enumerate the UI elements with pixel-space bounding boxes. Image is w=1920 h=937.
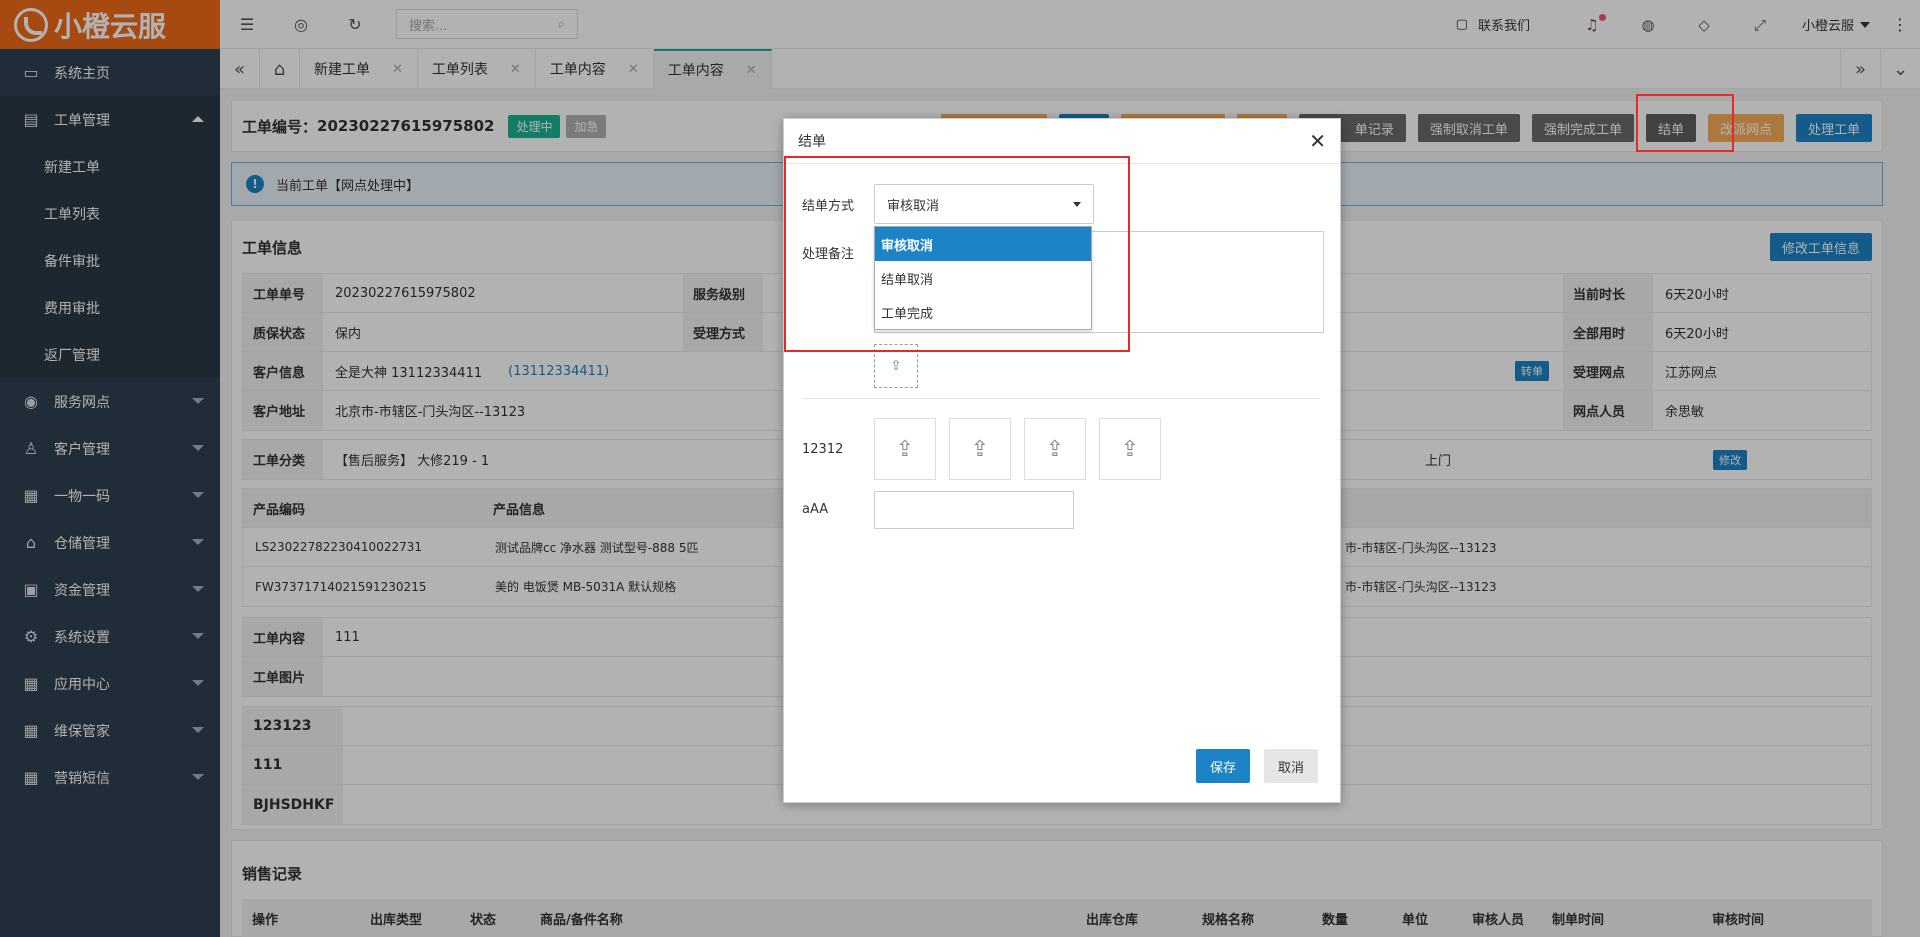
upload-icon: ⇪ [890, 358, 902, 374]
close-icon[interactable]: ✕ [1309, 129, 1326, 153]
highlight-box [1636, 94, 1734, 152]
upload-icon: ⇪ [895, 436, 915, 462]
upload-icon: ⇪ [1120, 436, 1140, 462]
upload-icon: ⇪ [1045, 436, 1065, 462]
upload-box[interactable]: ⇪ [1099, 418, 1161, 480]
divider [802, 398, 1320, 399]
upload-icon: ⇪ [970, 436, 990, 462]
aaa-input[interactable] [874, 491, 1074, 529]
upload-box[interactable]: ⇪ [949, 418, 1011, 480]
upload-box[interactable]: ⇪ [874, 418, 936, 480]
field-12312-label: 12312 [802, 442, 844, 457]
field-aaa-label: aAA [802, 502, 829, 517]
highlight-box [784, 156, 1130, 352]
save-button[interactable]: 保存 [1196, 749, 1251, 783]
cancel-button[interactable]: 取消 [1264, 749, 1319, 783]
upload-box[interactable]: ⇪ [1024, 418, 1086, 480]
